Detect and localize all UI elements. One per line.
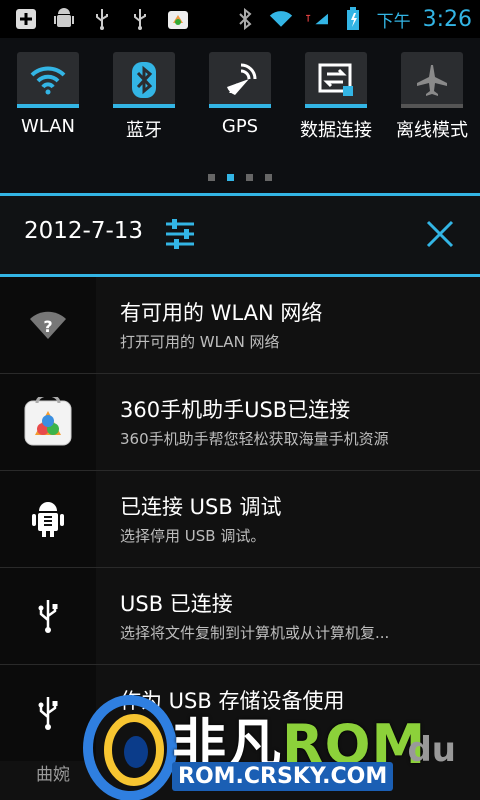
wifi-question-icon: ? [30,311,66,339]
time-prefix: 下午 [376,11,411,32]
quick-toggle-data[interactable]: 数据连接 [288,52,384,142]
notification-item[interactable]: 360手机助手USB已连接 360手机助手帮您轻松获取海量手机资源 [0,374,480,471]
page-dot-active [227,174,234,181]
close-icon [426,220,454,248]
notification-text: 360手机助手帮您轻松获取海量手机资源 [120,430,389,448]
page-dot [246,174,253,181]
svg-text:?: ? [43,317,52,336]
add-icon [14,7,38,31]
quick-toggle-label: 蓝牙 [126,120,162,141]
toggle-indicator [113,104,175,108]
usb-icon [38,697,58,730]
quick-toggle-airplane[interactable]: 离线模式 [384,52,480,142]
page-dot [265,174,272,181]
notification-text: 选择将文件复制到计算机或从计算机复... [120,624,390,642]
watermark-du: du [407,730,456,770]
quick-toggle-gps[interactable]: GPS [192,52,288,142]
android-debug-icon [32,502,64,537]
watermark-url: ROM.CRSKY.COM [172,762,394,791]
wifi-icon [269,7,293,31]
notification-item[interactable]: 已连接 USB 调试 选择停用 USB 调试。 [0,471,480,568]
notification-title: 有可用的 WLAN 网络 [120,301,323,325]
bluetooth-icon[interactable] [113,52,175,108]
app-360-icon [166,7,190,31]
notification-icon-cell [0,568,96,664]
notification-header: 2012-7-13 [0,196,480,274]
bottom-text: 曲婉 [36,765,70,785]
gps-icon[interactable] [209,52,271,108]
usb-icon [128,7,152,31]
battery-icon [341,7,365,31]
usb-icon [38,600,58,633]
settings-button[interactable] [160,214,200,254]
notification-text: 打开可用的 WLAN 网络 [120,333,280,351]
quick-toggle-label: 离线模式 [396,120,468,141]
page-indicator [0,174,480,181]
watermark-logo: 非凡ROM ROM.CRSKY.COM du [80,692,480,800]
notification-text: 选择停用 USB 调试。 [120,527,266,545]
notification-icon-cell [0,374,96,470]
quick-settings-panel: WLAN 蓝牙 GPS 数据连接 离线模式 [0,38,480,196]
toggle-indicator [17,104,79,108]
notification-item[interactable]: ? 有可用的 WLAN 网络 打开可用的 WLAN 网络 [0,277,480,374]
data-connection-icon[interactable] [305,52,367,108]
toggle-indicator [305,104,367,108]
quick-toggle-label: GPS [221,116,259,137]
wifi-icon[interactable] [17,52,79,108]
android-debug-icon [52,7,76,31]
notification-icon-cell [0,471,96,567]
toggle-indicator [401,104,463,108]
quick-toggle-label: WLAN [20,116,76,137]
notification-title: 已连接 USB 调试 [120,495,282,519]
notification-icon-cell: ? [0,277,96,373]
quick-toggle-label: 数据连接 [300,120,372,141]
bluetooth-icon [233,7,257,31]
airplane-icon[interactable] [401,52,463,108]
app-360-icon [24,397,72,446]
page-dot [208,174,215,181]
usb-icon [90,7,114,31]
quick-toggle-wlan[interactable]: WLAN [0,52,96,142]
status-bar: 下午 3:26 [0,0,480,38]
swirl-logo-icon [83,695,177,800]
clear-all-button[interactable] [420,214,460,254]
notification-title: USB 已连接 [120,592,233,616]
toggle-indicator [209,104,271,108]
date-label: 2012-7-13 [24,218,144,244]
quick-toggle-bluetooth[interactable]: 蓝牙 [96,52,192,142]
signal-icon [305,7,329,31]
sliders-icon [166,219,194,249]
notification-item[interactable]: USB 已连接 选择将文件复制到计算机或从计算机复... [0,568,480,665]
clock: 3:26 [422,6,472,32]
notification-title: 360手机助手USB已连接 [120,398,351,422]
